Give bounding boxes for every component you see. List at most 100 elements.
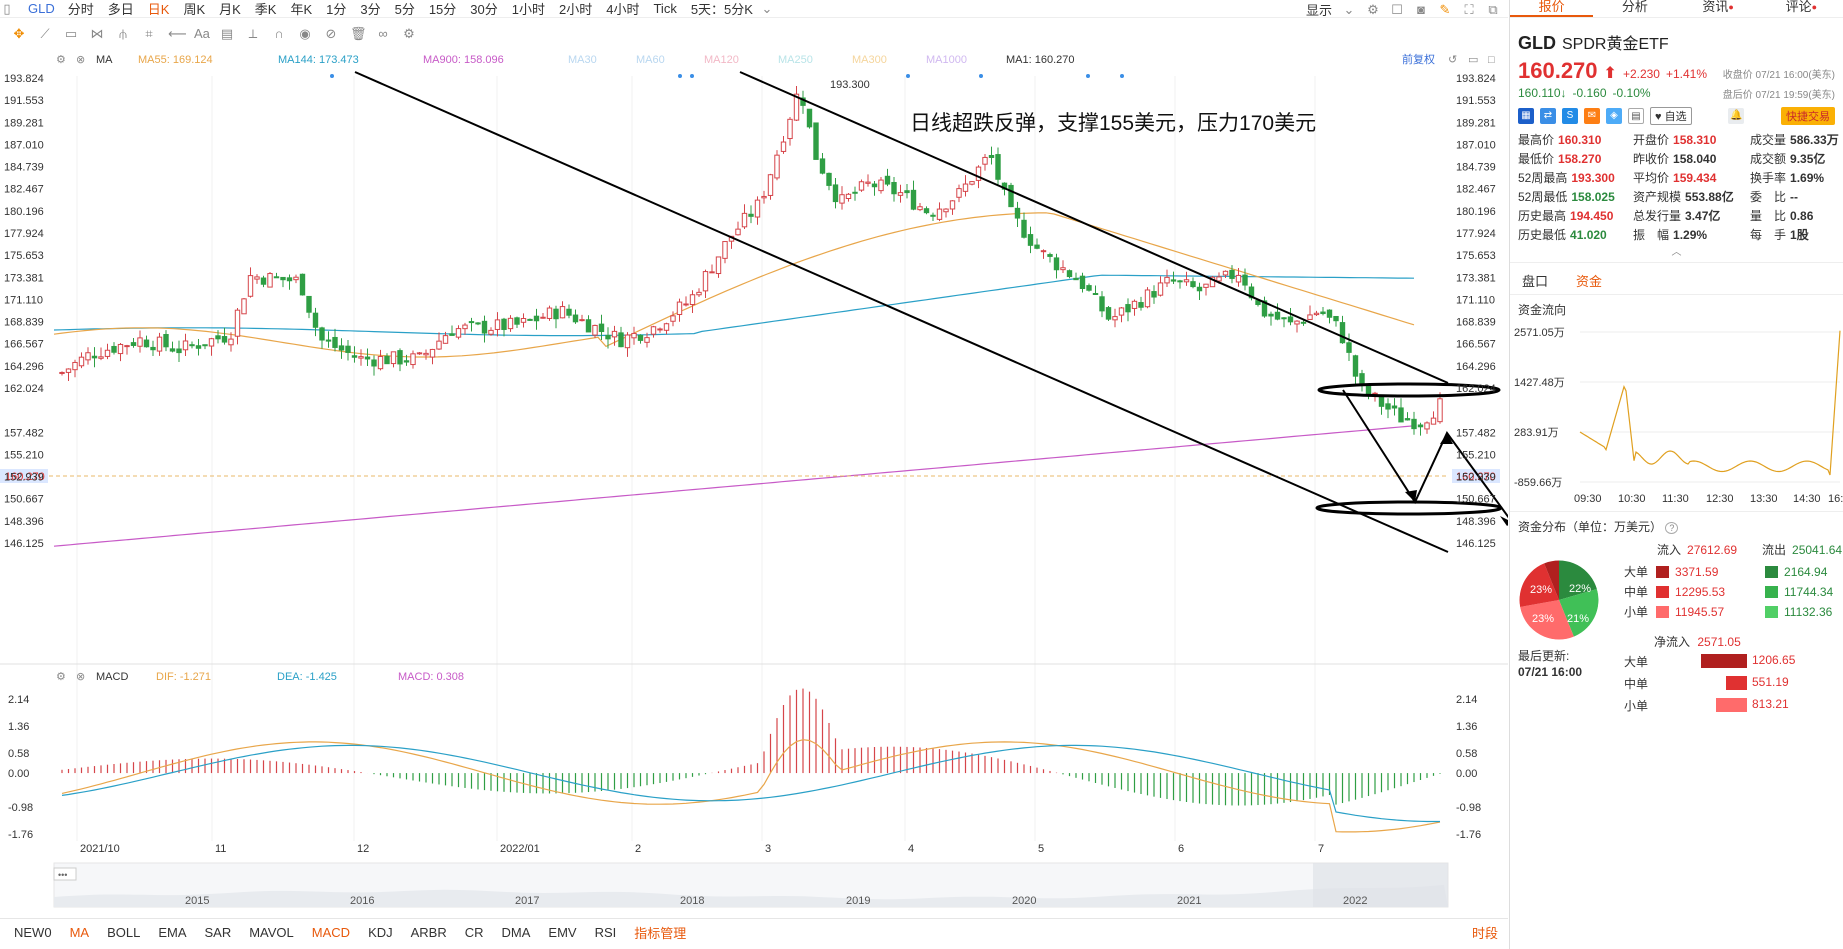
settings-icon[interactable]: ⚙ [402,27,416,41]
period-15min[interactable]: 15分 [422,0,463,18]
eye-icon[interactable]: ◉ [298,27,312,41]
path-tool-icon[interactable]: ⌗ [142,27,156,41]
period-month-k[interactable]: 月K [212,0,248,18]
tab-order-book[interactable]: 盘口 [1522,271,1548,290]
more-icon[interactable]: ••• [58,870,67,880]
macd-label[interactable]: MACD [96,671,128,683]
ind-tab-arbr[interactable]: ARBR [411,925,447,940]
arrow-tool-icon[interactable]: ⟵ [168,27,187,41]
event-marker[interactable] [330,74,334,78]
period-2h[interactable]: 2小时 [552,0,599,18]
fork-tool-icon[interactable]: ⫛ [116,27,130,41]
period-day-k[interactable]: 日K [141,0,177,18]
undo-icon[interactable]: ↺ [1448,54,1457,66]
comment-tool-icon[interactable]: ▤ [220,27,234,41]
analysis-annotation[interactable]: 日线超跌反弹，支撑155美元，压力170美元 [910,112,1316,135]
add-watchlist-button[interactable]: ♥ 自选 [1650,107,1692,125]
minimize-icon[interactable]: ▭ [1468,54,1478,66]
expand-caret-icon[interactable]: ︿ [1510,243,1843,258]
period-3min[interactable]: 3分 [353,0,387,18]
tab-money-flow[interactable]: 资金 [1576,271,1602,290]
ind-tab-sar[interactable]: SAR [204,925,231,940]
maximize-icon[interactable]: □ [1488,54,1495,66]
display-menu[interactable]: 显示 [1306,0,1332,19]
period-tick[interactable]: Tick [646,1,683,16]
settings-icon[interactable]: ⚙ [56,54,66,66]
period-1min[interactable]: 1分 [319,0,353,18]
network-tool-icon[interactable]: ⋈ [90,27,104,41]
trash-icon[interactable]: 🗑 [350,27,367,41]
chevron-down-icon[interactable]: ⌄ [760,1,774,16]
pencil-icon[interactable]: ✎ [1438,2,1452,17]
ind-tab-kdj[interactable]: KDJ [368,925,393,940]
period-quarter-k[interactable]: 季K [248,0,284,18]
ma-label[interactable]: MA [96,54,113,66]
kline-chart[interactable]: ⚙ ⊗ MA MA55: 169.124 MA144: 173.473 MA90… [0,46,1513,926]
event-markers[interactable] [330,74,1124,78]
menu-icon[interactable]: ▯ [0,1,14,16]
ind-tab-rsi[interactable]: RSI [595,925,617,940]
period-duori[interactable]: 多日 [101,0,141,18]
settings-icon[interactable]: ⚙ [56,671,66,683]
help-icon[interactable]: ? [1665,522,1679,534]
ind-tab-macd[interactable]: MACD [312,925,350,940]
event-marker[interactable] [678,74,682,78]
s-icon[interactable]: S [1562,108,1578,124]
period-30min[interactable]: 30分 [463,0,504,18]
period-year-k[interactable]: 年K [283,0,319,18]
close-icon[interactable]: ⊗ [76,54,85,66]
chart-svg[interactable]: ⚙ ⊗ MA MA55: 169.124 MA144: 173.473 MA90… [0,46,1513,918]
bell-icon[interactable]: 🔔 [1728,108,1745,124]
ind-tab-emv[interactable]: EMV [548,925,576,940]
checkbox-icon[interactable]: ☐ [1390,2,1404,17]
chat-icon[interactable]: ✉ [1584,108,1600,124]
ind-tab-ma[interactable]: MA [70,925,90,940]
period-5min[interactable]: 5分 [388,0,422,18]
note-icon[interactable]: ▤ [1628,108,1644,124]
event-marker[interactable] [1120,74,1124,78]
event-marker[interactable] [906,74,910,78]
adjust-button[interactable]: 前复权 [1402,52,1435,66]
chevron-down-icon[interactable]: ⌄ [1342,2,1356,17]
tab-analysis[interactable]: 分析 [1593,0,1676,17]
period-fenshi[interactable]: 分时 [61,0,101,18]
overview-window[interactable] [1313,863,1448,907]
ind-tab-dma[interactable]: DMA [502,925,531,940]
close-icon[interactable]: ⊗ [76,671,85,683]
magnet-icon[interactable]: ∩ [272,27,286,41]
period-5day[interactable]: 5天：5分K [684,0,760,18]
money-flow-chart[interactable]: 2571.05万 1427.48万 283.91万 -859.66万 09:30… [1510,324,1843,505]
ind-tab-cr[interactable]: CR [465,925,484,940]
indicator-manage-button[interactable]: 指标管理 [634,923,686,942]
period-setting-button[interactable]: 时段 [1472,923,1498,942]
ind-tab-new0[interactable]: NEW0 [14,925,52,940]
period-4h[interactable]: 4小时 [599,0,646,18]
tag-icon[interactable]: ◈ [1606,108,1622,124]
quick-trade-button[interactable]: 快捷交易 [1781,107,1835,125]
trend-drawings[interactable] [354,71,1513,553]
ruler-tool-icon[interactable]: ⟂ [246,27,260,41]
gear-icon[interactable]: ⚙ [1366,2,1380,17]
camera-icon[interactable]: ◙ [1414,2,1428,17]
event-marker[interactable] [690,74,694,78]
rect-tool-icon[interactable]: ▭ [64,27,78,41]
ind-tab-mavol[interactable]: MAVOL [249,925,294,940]
crosshair-icon[interactable]: ✥ [12,27,26,41]
event-marker[interactable] [979,74,983,78]
tab-comments[interactable]: 评论● [1760,0,1843,17]
popout-icon[interactable]: ⧉ [1486,2,1500,17]
fullscreen-icon[interactable]: ⛶ [1462,2,1476,17]
event-marker[interactable] [1086,74,1090,78]
link-icon[interactable]: ∞ [376,27,390,41]
share-icon[interactable]: ⇄ [1540,108,1556,124]
period-week-k[interactable]: 周K [176,0,212,18]
tab-news[interactable]: 资讯● [1677,0,1760,17]
ind-tab-ema[interactable]: EMA [158,925,186,940]
period-1h[interactable]: 1小时 [505,0,552,18]
tab-quote[interactable]: 报价 [1510,0,1594,17]
line-tool-icon[interactable]: ⟋ [38,27,52,41]
hide-icon[interactable]: ⊘ [324,27,338,41]
ind-tab-boll[interactable]: BOLL [107,925,140,940]
flag-icon[interactable]: ▦ [1518,108,1534,124]
text-tool-icon[interactable]: Aa [194,27,210,41]
